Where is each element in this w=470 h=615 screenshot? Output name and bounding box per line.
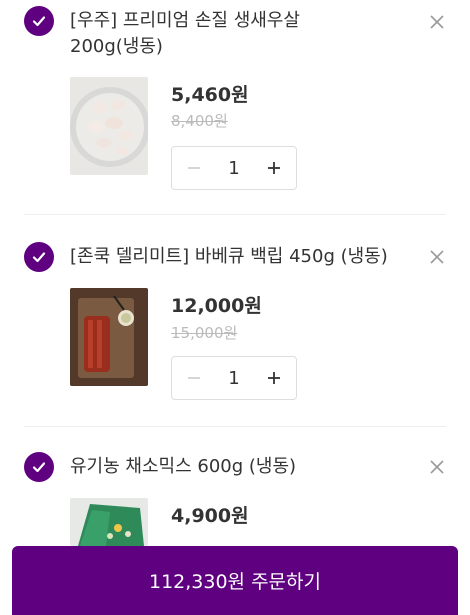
item-divider (24, 214, 446, 215)
shrimp-product-image (70, 77, 148, 175)
check-icon (32, 252, 46, 263)
vegetable-mix-product-image (70, 498, 148, 546)
close-icon (430, 460, 444, 474)
check-icon (32, 462, 46, 473)
order-button-label: 112,330원 주문하기 (148, 571, 321, 593)
item-1-original-price: 8,400원 (171, 112, 228, 130)
item-1-title[interactable]: [우주] 프리미엄 손질 생새우살 200g(냉동) (70, 8, 400, 60)
item-1-thumbnail[interactable] (70, 77, 148, 175)
item-2-title-line1: [존쿡 델리미트] 바베큐 백립 450g (냉동) (70, 246, 388, 267)
item-3-select-checkbox[interactable] (24, 452, 54, 482)
item-1-title-line1: [우주] 프리미엄 손질 생새우살 (70, 10, 300, 31)
order-button[interactable]: 112,330원 주문하기 (12, 546, 458, 615)
close-icon (430, 15, 444, 29)
item-2-select-checkbox[interactable] (24, 242, 54, 272)
item-3-remove-button[interactable] (426, 456, 448, 478)
item-3-title[interactable]: 유기농 채소믹스 600g (냉동) (70, 454, 400, 480)
item-2-price: 12,000원 (171, 295, 262, 317)
item-2-increase-button[interactable] (262, 366, 286, 390)
item-2-remove-button[interactable] (426, 246, 448, 268)
item-1-select-checkbox[interactable] (24, 6, 54, 36)
plus-icon (268, 372, 280, 384)
item-2-thumbnail[interactable] (70, 288, 148, 386)
item-1-title-line2: 200g(냉동) (70, 36, 163, 57)
item-1-quantity: 1 (228, 157, 240, 179)
plus-icon (268, 162, 280, 174)
item-2-quantity-stepper: 1 (171, 356, 297, 400)
item-divider (24, 426, 446, 427)
item-1-price: 5,460원 (171, 84, 249, 106)
item-3-thumbnail[interactable] (70, 498, 148, 546)
item-2-original-price: 15,000원 (171, 324, 238, 342)
item-1-quantity-stepper: 1 (171, 146, 297, 190)
item-1-decrease-button[interactable] (182, 156, 206, 180)
ribs-product-image (70, 288, 148, 386)
item-2-decrease-button[interactable] (182, 366, 206, 390)
item-2-title[interactable]: [존쿡 델리미트] 바베큐 백립 450g (냉동) (70, 244, 415, 270)
close-icon (430, 250, 444, 264)
item-1-remove-button[interactable] (426, 11, 448, 33)
minus-icon (188, 377, 200, 379)
item-3-title-line1: 유기농 채소믹스 600g (냉동) (70, 456, 297, 477)
item-3-price: 4,900원 (171, 505, 249, 527)
item-1-increase-button[interactable] (262, 156, 286, 180)
item-2-quantity: 1 (228, 367, 240, 389)
check-icon (32, 16, 46, 27)
minus-icon (188, 167, 200, 169)
